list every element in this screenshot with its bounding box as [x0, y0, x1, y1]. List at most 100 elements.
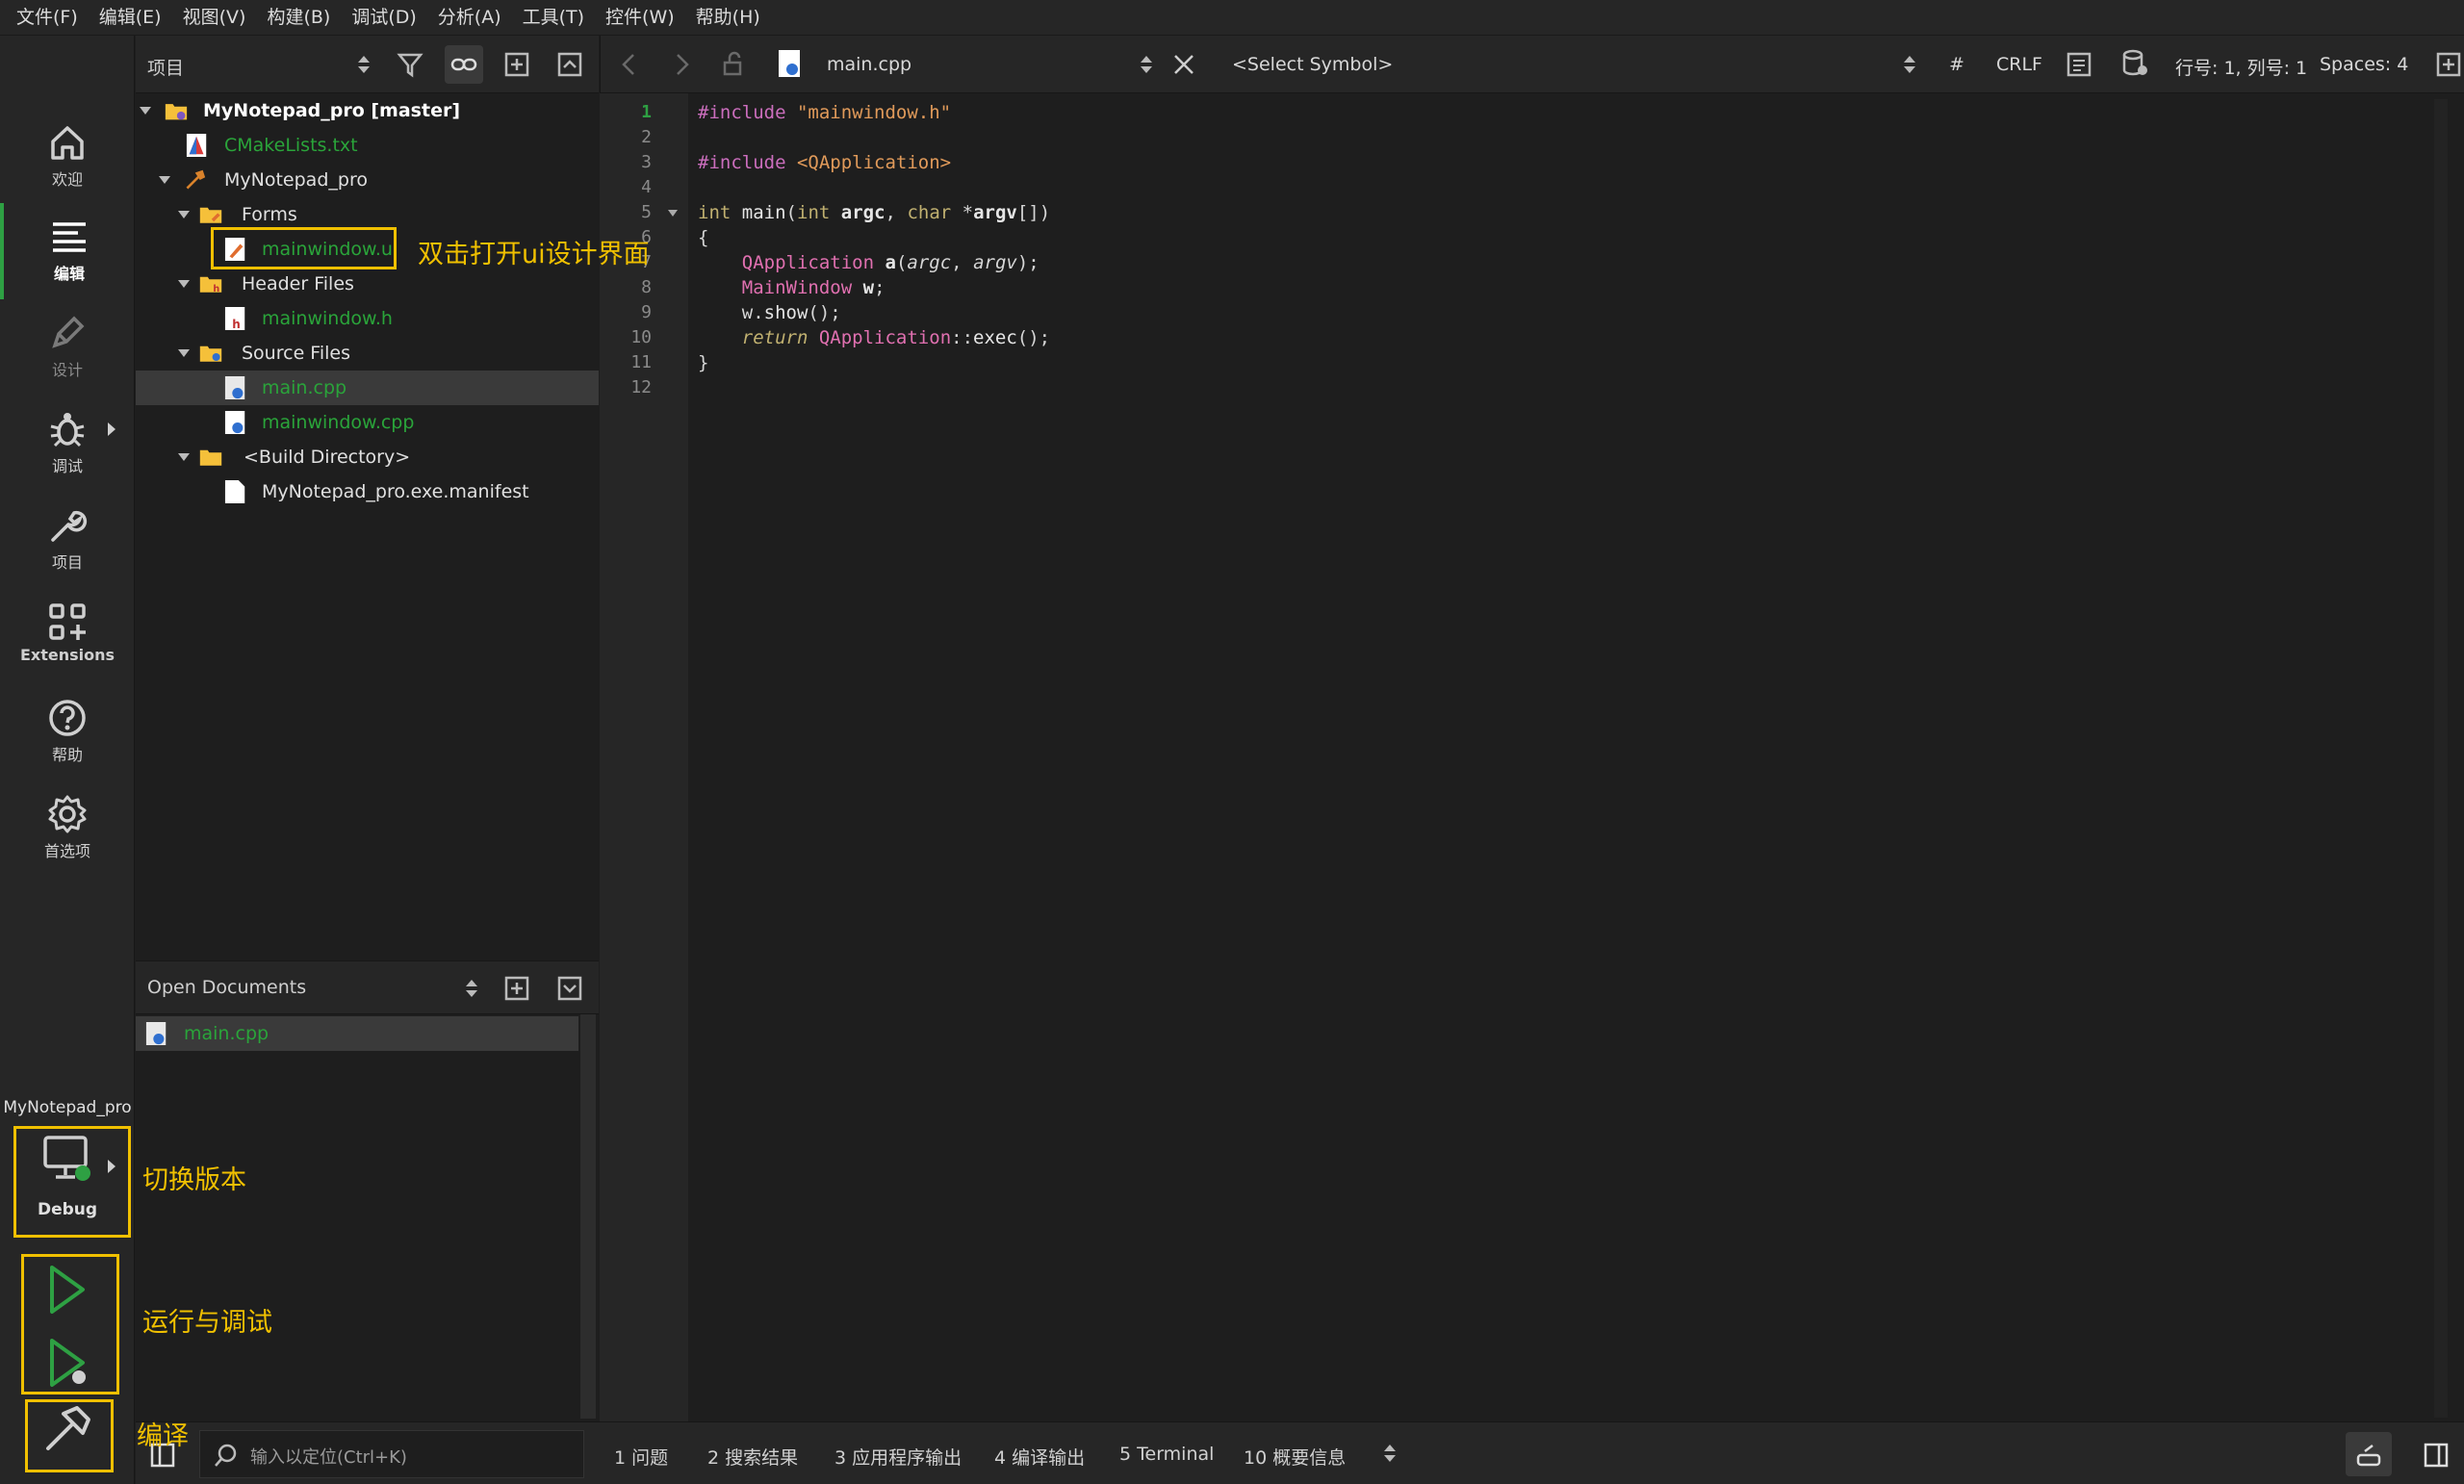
code-editor[interactable]: #include "mainwindow.h" #include <QAppli… [688, 93, 2450, 1421]
menu-help[interactable]: 帮助(H) [685, 0, 771, 36]
expand-arrow[interactable] [178, 280, 190, 288]
mode-label: 帮助 [51, 746, 83, 764]
filter-icon[interactable] [391, 45, 429, 84]
close-pane-icon[interactable] [551, 45, 589, 84]
progress-details-button[interactable] [2346, 1432, 2392, 1476]
cpp-file-icon [224, 411, 245, 434]
tab-application-output[interactable]: 3 应用程序输出 [834, 1444, 962, 1470]
tab-terminal[interactable]: 5 Terminal [1119, 1444, 1214, 1465]
tree-item-project-root[interactable]: MyNotepad_pro [master] [136, 93, 599, 128]
toggle-right-sidebar-icon[interactable] [2423, 1442, 2450, 1469]
menu-tools[interactable]: 工具(T) [512, 0, 595, 36]
tree-item-main-cpp[interactable]: main.cpp [136, 371, 599, 405]
mode-design[interactable]: 设计 [0, 299, 135, 396]
tree-label: MyNotepad_pro [224, 169, 368, 191]
open-documents-toolbar: Open Documents [136, 960, 599, 1014]
cpp-file-icon [145, 1022, 167, 1045]
tree-item-build-directory[interactable]: <Build Directory> [136, 440, 599, 474]
debug-expand-arrow[interactable] [108, 422, 116, 436]
expand-arrow[interactable] [159, 176, 170, 184]
editor-scrollbar[interactable] [2434, 99, 2448, 1418]
cpp-file-icon [779, 50, 800, 77]
mode-help[interactable]: 帮助 [0, 684, 135, 780]
mode-edit[interactable]: 编辑 [0, 203, 135, 299]
tab-issues[interactable]: 1 问题 [614, 1444, 668, 1470]
search-icon [215, 1444, 237, 1467]
format-icon[interactable] [2066, 51, 2092, 78]
open-documents-combo[interactable]: Open Documents [147, 977, 306, 998]
annotation-run-debug: 运行与调试 [142, 1308, 272, 1338]
mode-extensions[interactable]: Extensions [0, 588, 135, 684]
tree-item-subproject[interactable]: MyNotepad_pro [136, 163, 599, 197]
tree-label: MyNotepad_pro.exe.manifest [262, 481, 529, 502]
collapse-pane-icon[interactable] [551, 969, 589, 1008]
code-line: { [698, 227, 709, 248]
tree-item-source-files[interactable]: Source Files [136, 336, 599, 371]
locator-field[interactable]: 输入以定位(Ctrl+K) [199, 1430, 584, 1478]
mode-preferences[interactable]: 首选项 [0, 780, 135, 877]
split-add-icon[interactable] [2435, 51, 2462, 78]
combo-updown-icon[interactable] [465, 977, 478, 1000]
cursor-position[interactable]: 行号: 1, 列号: 1 [2175, 54, 2307, 80]
menu-view[interactable]: 视图(V) [172, 0, 257, 36]
expand-arrow[interactable] [140, 107, 151, 115]
menu-analyze[interactable]: 分析(A) [427, 0, 512, 36]
line-number: 3 [641, 152, 652, 172]
mode-debug[interactable]: 调试 [0, 396, 135, 492]
mode-projects[interactable]: 项目 [0, 492, 135, 588]
tree-item-mainwindow-h[interactable]: h mainwindow.h [136, 301, 599, 336]
expand-arrow[interactable] [178, 453, 190, 461]
symbol-selector[interactable]: <Select Symbol> [1232, 54, 1393, 75]
output-pane-bar: 输入以定位(Ctrl+K) 1 问题 2 搜索结果 3 应用程序输出 4 编译输… [136, 1421, 2464, 1484]
open-document-label: main.cpp [184, 1023, 270, 1044]
mode-label: Extensions [19, 646, 116, 664]
menubar: 文件(F) 编辑(E) 视图(V) 构建(B) 调试(D) 分析(A) 工具(T… [0, 0, 2464, 36]
menu-controls[interactable]: 控件(W) [595, 0, 685, 36]
fold-marker[interactable] [668, 210, 678, 217]
project-view-combo[interactable]: 项目 [147, 54, 184, 80]
combo-updown-icon[interactable] [1903, 53, 1916, 76]
back-icon[interactable] [618, 51, 641, 78]
menu-build[interactable]: 构建(B) [256, 0, 341, 36]
expand-arrow[interactable] [178, 211, 190, 218]
gear-icon [48, 795, 87, 833]
highlight-mainwindow-ui [211, 227, 397, 269]
svg-text:h: h [213, 284, 219, 294]
hash-button[interactable]: # [1949, 54, 1964, 75]
tree-item-manifest[interactable]: MyNotepad_pro.exe.manifest [136, 474, 599, 509]
combo-updown-icon[interactable] [1140, 53, 1153, 76]
menu-edit[interactable]: 编辑(E) [89, 0, 172, 36]
expand-arrow[interactable] [178, 349, 190, 357]
line-ending-selector[interactable]: CRLF [1996, 54, 2042, 75]
menu-file[interactable]: 文件(F) [6, 0, 89, 36]
more-tabs-icon[interactable] [1383, 1442, 1397, 1465]
tab-general-messages[interactable]: 10 概要信息 [1244, 1444, 1346, 1470]
tree-item-cmakelists[interactable]: CMakeLists.txt [136, 128, 599, 163]
lock-icon[interactable] [722, 51, 745, 78]
tab-search-results[interactable]: 2 搜索结果 [707, 1444, 798, 1470]
tab-compile-output[interactable]: 4 编译输出 [994, 1444, 1085, 1470]
folder-icon: h [199, 276, 222, 294]
mode-label: 欢迎 [51, 170, 83, 189]
highlight-build-button [25, 1399, 114, 1472]
combo-updown-icon[interactable] [357, 53, 371, 76]
open-documents-scrollbar[interactable] [580, 1014, 596, 1419]
tree-label: mainwindow.cpp [262, 412, 415, 433]
mode-welcome[interactable]: 欢迎 [0, 109, 135, 205]
highlight-run-buttons [21, 1254, 119, 1394]
indentation-setting[interactable]: Spaces: 4 [2320, 54, 2408, 75]
forward-icon[interactable] [670, 51, 693, 78]
open-document-item[interactable]: main.cpp [136, 1016, 578, 1051]
database-icon[interactable] [2121, 49, 2148, 78]
annotation-switch-version: 切换版本 [142, 1165, 246, 1195]
menu-debug[interactable]: 调试(D) [341, 0, 426, 36]
subproject-icon [186, 169, 206, 190]
link-icon[interactable] [445, 45, 483, 84]
split-add-icon[interactable] [498, 969, 536, 1008]
split-add-icon[interactable] [498, 45, 536, 84]
code-line: w.show(); [698, 302, 841, 323]
tree-item-mainwindow-cpp[interactable]: mainwindow.cpp [136, 405, 599, 440]
close-file-icon[interactable] [1172, 53, 1195, 76]
tree-item-header-files[interactable]: h Header Files [136, 267, 599, 301]
current-file-combo[interactable]: main.cpp [827, 54, 911, 75]
